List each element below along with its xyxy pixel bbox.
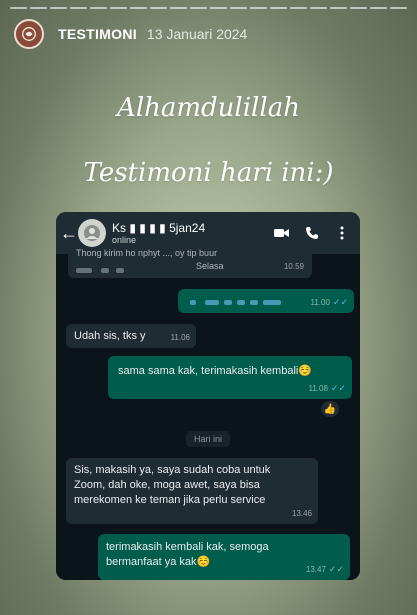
contact-name: Ks ▮ ▮ ▮ ▮ 5jan24: [112, 220, 206, 235]
message-text: terimakasih kembali kak, semoga bermanfa…: [106, 541, 269, 568]
chat-screenshot: ← Ks ▮ ▮ ▮ ▮ 5jan24 online Thong kirim h…: [56, 212, 360, 580]
caption-line-1: Alhamdulillah: [117, 93, 300, 123]
account-name[interactable]: TESTIMONI: [58, 26, 137, 42]
logo-icon: [22, 27, 36, 41]
message-time: 11.00 ✓✓: [310, 297, 348, 307]
day-separator: Hari ini: [185, 431, 231, 447]
read-ticks-icon: ✓✓: [332, 297, 348, 307]
message-outgoing[interactable]: sama sama kak, terimakasih kembali☺️ 11.…: [108, 356, 352, 399]
message-incoming[interactable]: Udah sis, tks y 11.06: [66, 324, 196, 348]
arrow-left-icon[interactable]: ←: [60, 223, 78, 244]
read-ticks-icon: ✓✓: [328, 564, 344, 574]
phone-call-icon[interactable]: [300, 221, 324, 245]
message-outgoing-redacted[interactable]: 11.00 ✓✓: [178, 289, 354, 313]
redacted-text: [76, 263, 125, 278]
message-text: Udah sis, tks y: [74, 330, 146, 342]
account-avatar[interactable]: [14, 19, 44, 49]
caption-line-2: Testimoni hari ini:): [83, 158, 334, 188]
story-header: TESTIMONI 13 Januari 2024: [14, 18, 403, 50]
message-text: Sis, makasih ya, saya sudah coba untuk Z…: [74, 464, 271, 506]
contact-avatar-icon: [84, 225, 100, 241]
message-text: Thong kirim ho nphyt ..., oy tip buur: [76, 248, 218, 258]
thumbs-up-reaction-icon[interactable]: 👍: [321, 401, 339, 417]
message-text: sama sama kak, terimakasih kembali☺️: [118, 365, 313, 377]
message-incoming[interactable]: Sis, makasih ya, saya sudah coba untuk Z…: [66, 458, 318, 524]
contact-info[interactable]: Ks ▮ ▮ ▮ ▮ 5jan24 online: [112, 221, 270, 246]
contact-status: online: [112, 234, 137, 245]
video-call-icon[interactable]: [270, 221, 294, 245]
more-vert-icon[interactable]: [330, 221, 354, 245]
message-time: 11.08 ✓✓: [308, 383, 346, 393]
message-time: 10.59: [283, 262, 304, 271]
message-incoming-partial[interactable]: Thong kirim ho nphyt ..., oy tip buur Se…: [68, 248, 312, 278]
redacted-text: [190, 295, 282, 310]
contact-avatar[interactable]: [78, 219, 106, 247]
message-time: 13.46: [291, 509, 312, 518]
chat-area[interactable]: Thong kirim ho nphyt ..., oy tip buur Se…: [56, 248, 360, 580]
message-time: 13.47 ✓✓: [305, 564, 344, 574]
message-time: 11.06: [170, 333, 190, 342]
read-ticks-icon: ✓✓: [330, 383, 346, 393]
message-outgoing[interactable]: terimakasih kembali kak, semoga bermanfa…: [98, 534, 350, 580]
story-date: 13 Januari 2024: [146, 26, 248, 42]
story-progress-bar: [10, 7, 407, 9]
day-label: Selasa: [196, 261, 224, 271]
